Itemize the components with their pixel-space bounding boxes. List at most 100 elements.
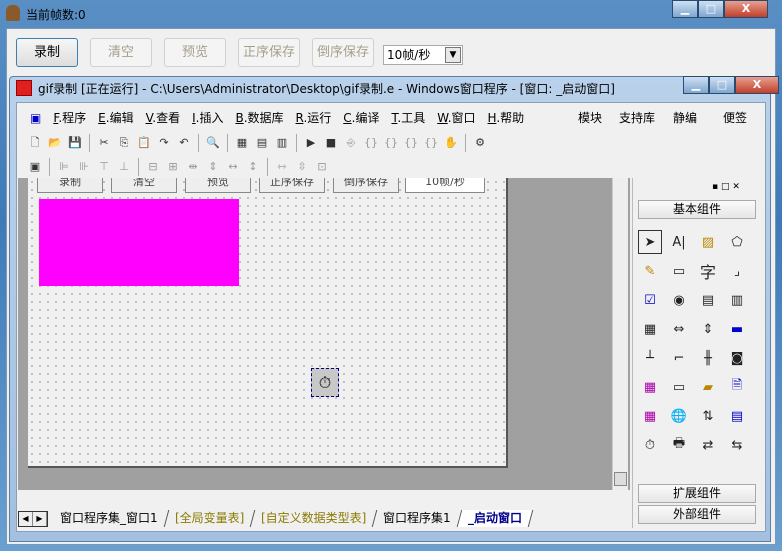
- space-v-icon[interactable]: ⇕: [204, 158, 222, 176]
- status-icon[interactable]: ⇅: [696, 404, 720, 428]
- center-v-icon[interactable]: ⊞: [164, 158, 182, 176]
- stop-icon[interactable]: ■: [322, 134, 340, 152]
- preview-button[interactable]: 预览: [164, 38, 226, 67]
- same-size-icon[interactable]: ⊡: [313, 158, 331, 176]
- slider-icon[interactable]: ╫: [696, 346, 720, 370]
- table-icon[interactable]: ▤: [725, 404, 749, 428]
- document-icon[interactable]: 🗎: [725, 375, 749, 399]
- form-fps-select[interactable]: 10帧/秒: [405, 178, 485, 193]
- label-icon[interactable]: A|: [667, 230, 691, 254]
- close-button[interactable]: X: [724, 0, 768, 18]
- button-icon[interactable]: ▭: [667, 375, 691, 399]
- form-record-button[interactable]: 录制: [37, 178, 103, 193]
- new-file-icon[interactable]: 🗋: [26, 134, 44, 152]
- layout1-icon[interactable]: ▦: [233, 134, 251, 152]
- network2-icon[interactable]: ⇆: [725, 433, 749, 457]
- ruler-icon[interactable]: ┴: [638, 346, 662, 370]
- center-h-icon[interactable]: ⊟: [144, 158, 162, 176]
- chevron-down-icon[interactable]: ▼: [445, 47, 461, 63]
- form-save-reverse-button[interactable]: 倒序保存: [333, 178, 399, 193]
- text-box-icon[interactable]: ▭: [667, 259, 691, 283]
- layout3-icon[interactable]: ▥: [273, 134, 291, 152]
- find-icon[interactable]: 🔍: [204, 134, 222, 152]
- radio-icon[interactable]: ◉: [667, 288, 691, 312]
- menu-notes[interactable]: 便签: [723, 108, 747, 128]
- line-icon[interactable]: ⌟: [725, 259, 749, 283]
- minimize-button[interactable]: ▁: [672, 0, 698, 18]
- menu-tools[interactable]: T.工具: [385, 108, 431, 128]
- form-save-forward-button[interactable]: 正序保存: [259, 178, 325, 193]
- save-forward-button[interactable]: 正序保存: [238, 38, 300, 67]
- printer-icon[interactable]: 🖶: [667, 433, 691, 457]
- timer-icon[interactable]: ⏱: [638, 433, 662, 457]
- debug-icon[interactable]: ⚙: [471, 134, 489, 152]
- form-preview-button[interactable]: 预览: [185, 178, 251, 193]
- record-button[interactable]: 录制: [16, 38, 78, 67]
- grid-icon[interactable]: ▦: [638, 317, 662, 341]
- menu-run[interactable]: R.运行: [290, 108, 338, 128]
- tab-custom-types[interactable]: [自定义数据类型表]: [250, 510, 378, 527]
- calendar-icon[interactable]: ▦: [638, 375, 662, 399]
- layout2-icon[interactable]: ▤: [253, 134, 271, 152]
- tab-next-icon[interactable]: ▶: [33, 511, 47, 526]
- color-grid-icon[interactable]: ▦: [638, 404, 662, 428]
- pointer-icon[interactable]: ➤: [638, 230, 662, 254]
- tab-icon[interactable]: ⌐: [667, 346, 691, 370]
- menu-program[interactable]: F.程序: [47, 108, 92, 128]
- form-icon[interactable]: ▣: [26, 158, 44, 176]
- fps-select[interactable]: 10帧/秒 ▼: [383, 45, 463, 65]
- same-height-icon[interactable]: ⇳: [293, 158, 311, 176]
- step-over-icon[interactable]: {}: [382, 134, 400, 152]
- timer-component-icon[interactable]: ⏱: [311, 368, 339, 397]
- copy-icon[interactable]: ⎘: [115, 134, 133, 152]
- vertical-scrollbar[interactable]: [612, 178, 628, 490]
- menu-support-lib[interactable]: 支持库: [619, 108, 655, 128]
- space-h-icon[interactable]: ⇹: [184, 158, 202, 176]
- dist-h-icon[interactable]: ↔: [224, 158, 242, 176]
- menu-database[interactable]: B.数据库: [229, 108, 289, 128]
- save-reverse-button[interactable]: 倒序保存: [312, 38, 374, 67]
- tab-startup-window[interactable]: _启动窗口: [457, 510, 534, 527]
- step-icon[interactable]: ⎆: [342, 134, 360, 152]
- network-icon[interactable]: ⇄: [696, 433, 720, 457]
- menu-view[interactable]: V.查看: [140, 108, 187, 128]
- dist-v-icon[interactable]: ↕: [244, 158, 262, 176]
- char-icon[interactable]: 字: [696, 259, 720, 283]
- ide-close-button[interactable]: X: [735, 76, 779, 94]
- maximize-button[interactable]: □: [698, 0, 724, 18]
- hand-icon[interactable]: ✋: [442, 134, 460, 152]
- menu-insert[interactable]: I.插入: [186, 108, 229, 128]
- same-width-icon[interactable]: ⇿: [273, 158, 291, 176]
- globe-icon[interactable]: 🌐: [667, 404, 691, 428]
- undo-icon[interactable]: ↶: [175, 134, 193, 152]
- scrollbar-h-icon[interactable]: ⇔: [667, 317, 691, 341]
- menu-help[interactable]: H.帮助: [482, 108, 531, 128]
- align-top-icon[interactable]: ⊤: [95, 158, 113, 176]
- align-bottom-icon[interactable]: ⊥: [115, 158, 133, 176]
- listbox-icon[interactable]: ▤: [696, 288, 720, 312]
- step-out-icon[interactable]: {}: [402, 134, 420, 152]
- paste-icon[interactable]: 📋: [135, 134, 153, 152]
- clear-button[interactable]: 清空: [90, 38, 152, 67]
- tab-program-set-1[interactable]: 窗口程序集1: [373, 510, 463, 527]
- menu-module[interactable]: 模块: [578, 108, 602, 128]
- redo-icon[interactable]: ↷: [155, 134, 173, 152]
- align-right-icon[interactable]: ⊪: [75, 158, 93, 176]
- menu-static-compile[interactable]: 静编: [673, 108, 697, 128]
- picture-icon[interactable]: ▨: [696, 230, 720, 254]
- progress-icon[interactable]: ▬: [725, 317, 749, 341]
- menu-edit[interactable]: E.编辑: [92, 108, 139, 128]
- external-components-button[interactable]: 外部组件: [638, 505, 756, 524]
- run-icon[interactable]: ▶: [302, 134, 320, 152]
- tab-global-vars[interactable]: [全局变量表]: [164, 510, 256, 527]
- basic-components-button[interactable]: 基本组件: [638, 200, 756, 219]
- shape-icon[interactable]: ⬠: [725, 230, 749, 254]
- camera-icon[interactable]: ◙: [725, 346, 749, 370]
- combobox-icon[interactable]: ▥: [725, 288, 749, 312]
- open-folder-icon[interactable]: 📂: [46, 134, 64, 152]
- save-icon[interactable]: 💾: [66, 134, 84, 152]
- edit-icon[interactable]: ✎: [638, 259, 662, 283]
- menu-window[interactable]: W.窗口: [431, 108, 481, 128]
- spin-icon[interactable]: ⇕: [696, 317, 720, 341]
- panel-controls[interactable]: ▪ □ ✕: [712, 182, 740, 192]
